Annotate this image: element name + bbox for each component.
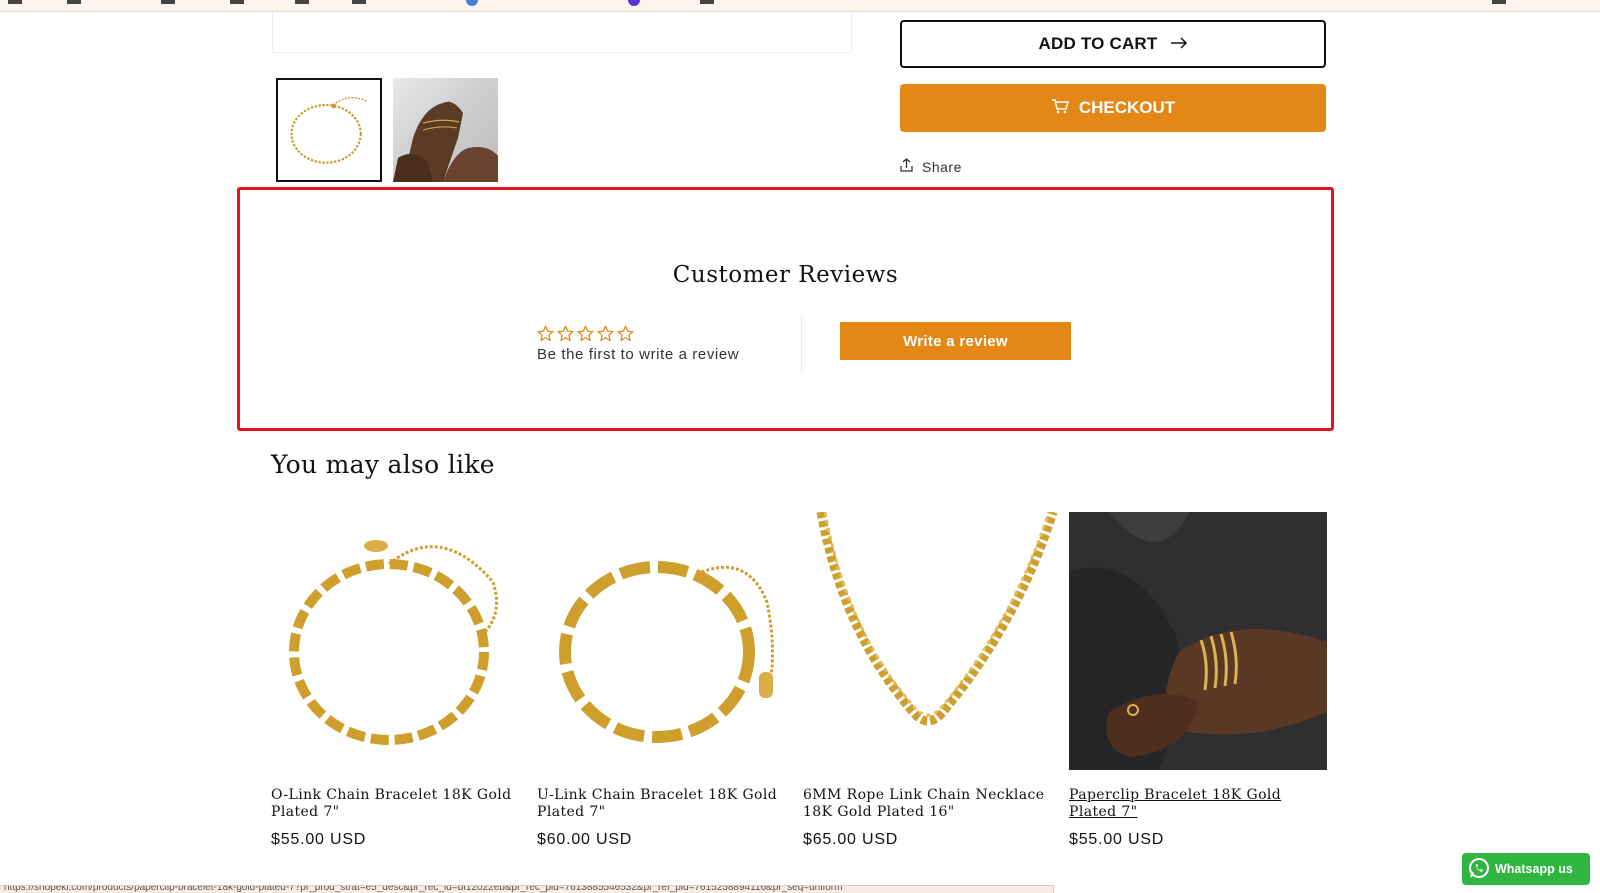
write-review-button[interactable]: Write a review [840,322,1071,360]
whatsapp-chat-button[interactable]: Whatsapp us [1462,853,1590,885]
customer-reviews-section: Customer Reviews Be the first to write a… [237,187,1334,431]
bookmark-icon[interactable] [295,0,309,4]
bookmark-icon[interactable] [1492,0,1506,4]
product-price: $60.00 USD [537,831,633,848]
product-thumbnail-1[interactable] [276,78,382,182]
related-products-heading: You may also like [271,450,495,479]
whatsapp-label: Whatsapp us [1495,862,1573,876]
share-icon [900,158,913,175]
bookmark-icon[interactable] [628,0,640,6]
cart-icon [1051,98,1069,119]
add-to-cart-button[interactable]: ADD TO CART [900,20,1326,68]
bookmark-icon[interactable] [161,0,175,4]
product-price: $55.00 USD [1069,831,1165,848]
product-name[interactable]: 6MM Rope Link Chain Necklace 18K Gold Pl… [803,787,1048,821]
rating-summary: Be the first to write a review [537,325,787,363]
product-image[interactable] [537,512,795,770]
product-thumbnail-2[interactable] [393,78,498,182]
product-card[interactable]: U-Link Chain Bracelet 18K Gold Plated 7"… [537,512,795,849]
product-card[interactable]: 6MM Rope Link Chain Necklace 18K Gold Pl… [803,512,1061,849]
reviews-divider [801,315,802,373]
checkout-button[interactable]: CHECKOUT [900,84,1326,132]
share-label: Share [922,158,962,175]
add-to-cart-label: ADD TO CART [1038,34,1158,53]
star-outline-icon [597,325,614,342]
star-outline-icon [537,325,554,342]
bookmark-icon[interactable] [466,0,478,6]
star-outline-icon [577,325,594,342]
bookmark-icon[interactable] [352,0,366,4]
arrow-right-icon [1170,34,1188,54]
no-reviews-text: Be the first to write a review [537,346,740,363]
product-image[interactable] [1069,512,1327,770]
whatsapp-icon [1468,857,1490,882]
star-rating [537,325,787,342]
bookmark-icon[interactable] [67,0,81,4]
product-card[interactable]: Paperclip Bracelet 18K Gold Plated 7" $5… [1069,512,1327,849]
product-card[interactable]: O-Link Chain Bracelet 18K Gold Plated 7"… [271,512,529,849]
bookmark-icon[interactable] [8,0,22,4]
product-image[interactable] [271,512,529,770]
product-name[interactable]: Paperclip Bracelet 18K Gold Plated 7" [1069,787,1314,821]
product-name[interactable]: U-Link Chain Bracelet 18K Gold Plated 7" [537,787,782,821]
product-price: $65.00 USD [803,831,899,848]
product-price: $55.00 USD [271,831,367,848]
share-button[interactable]: Share [900,158,962,175]
main-product-image [272,10,852,53]
bookmark-icon[interactable] [700,0,714,4]
product-image[interactable] [803,512,1061,770]
star-outline-icon [617,325,634,342]
reviews-title: Customer Reviews [672,262,899,288]
star-outline-icon [557,325,574,342]
bookmark-icon[interactable] [230,0,244,4]
link-status-bar: https://shopeki.com/products/paperclip-b… [0,885,1054,893]
status-url: https://shopeki.com/products/paperclip-b… [4,885,843,893]
checkout-label: CHECKOUT [1078,98,1176,117]
anklet-worn-image [393,101,498,182]
anklet-image [290,97,367,164]
product-name[interactable]: O-Link Chain Bracelet 18K Gold Plated 7" [271,787,516,821]
